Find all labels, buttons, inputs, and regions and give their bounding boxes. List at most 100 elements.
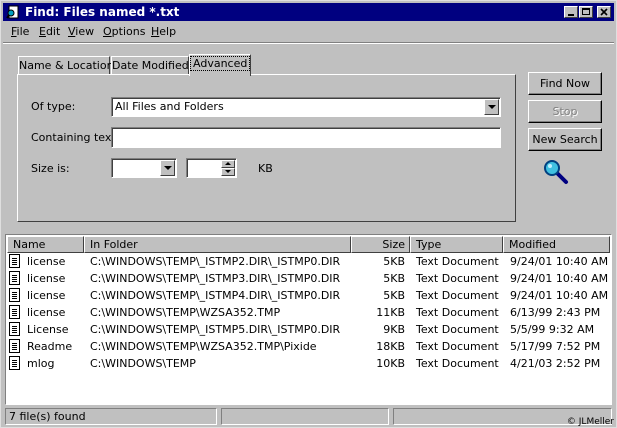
cell-size: 10KB (376, 357, 405, 370)
spin-up-icon[interactable] (221, 160, 235, 168)
cell-folder: C:\WINDOWS\TEMP\WZSA352.TMP (90, 306, 281, 319)
cell-modified: 5/5/99 9:32 AM (510, 323, 595, 336)
table-row[interactable]: Readme C:\WINDOWS\TEMP\WZSA352.TMP\Pixide… (6, 338, 611, 355)
column-header-name[interactable]: Name (7, 236, 84, 253)
cell-modified: 6/13/99 2:43 PM (510, 306, 601, 319)
text-document-icon (9, 339, 20, 353)
of-type-label: Of type: (31, 100, 76, 113)
tab-date-modified[interactable]: Date Modified (111, 56, 189, 75)
tab-advanced[interactable]: Advanced (189, 54, 251, 76)
text-document-icon (9, 288, 20, 302)
status-bar: 7 file(s) found © JLMeller (3, 408, 614, 427)
cell-modified: 4/21/03 2:52 PM (510, 357, 601, 370)
size-is-label: Size is: (31, 162, 70, 175)
tab-name-location-label: Name & Location (19, 59, 114, 72)
column-header-folder[interactable]: In Folder (84, 236, 351, 253)
cell-name: license (27, 272, 66, 285)
menu-help[interactable]: Help (151, 25, 176, 38)
cell-name: Readme (27, 340, 73, 353)
cell-modified: 9/24/01 10:40 AM (510, 289, 609, 302)
of-type-value: All Files and Folders (115, 100, 224, 113)
cell-type: Text Document (416, 255, 499, 268)
cell-modified: 9/24/01 10:40 AM (510, 255, 609, 268)
cell-folder: C:\WINDOWS\TEMP\_ISTMP4.DIR\_ISTMP0.DIR (90, 289, 341, 302)
new-search-label: New Search (532, 133, 598, 146)
new-search-button[interactable]: New Search (528, 128, 602, 151)
menu-edit-accel: E (39, 25, 46, 38)
cell-folder: C:\WINDOWS\TEMP\_ISTMP3.DIR\_ISTMP0.DIR (90, 272, 341, 285)
cell-size: 11KB (376, 306, 405, 319)
text-document-icon (9, 322, 20, 336)
table-row[interactable]: license C:\WINDOWS\TEMP\_ISTMP2.DIR\_ISTM… (6, 253, 611, 270)
stop-label: Stop (552, 105, 578, 118)
find-now-button[interactable]: Find Now (528, 72, 602, 95)
cell-type: Text Document (416, 272, 499, 285)
menu-options[interactable]: Options (103, 25, 145, 38)
tab-advanced-label: Advanced (190, 56, 251, 71)
cell-modified: 5/17/99 7:52 PM (510, 340, 601, 353)
cell-type: Text Document (416, 323, 499, 336)
table-row[interactable]: license C:\WINDOWS\TEMP\_ISTMP3.DIR\_ISTM… (6, 270, 611, 287)
tab-date-modified-label: Date Modified (112, 59, 189, 72)
size-unit-label: KB (258, 162, 273, 175)
results-list[interactable]: Name In Folder Size Type Modified licens… (5, 234, 612, 405)
column-header-type[interactable]: Type (410, 236, 503, 253)
table-row[interactable]: License C:\WINDOWS\TEMP\_ISTMP5.DIR\_ISTM… (6, 321, 611, 338)
cell-folder: C:\WINDOWS\TEMP (90, 357, 196, 370)
cell-name: mlog (27, 357, 55, 370)
maximize-icon[interactable] (579, 6, 593, 18)
containing-text-label: Containing text: (31, 131, 120, 144)
cell-name: License (27, 323, 69, 336)
status-pane-2 (221, 408, 389, 425)
close-icon[interactable] (597, 6, 611, 18)
text-document-icon (9, 271, 20, 285)
cell-modified: 9/24/01 10:40 AM (510, 272, 609, 285)
credit-text: © JLMeller (566, 417, 614, 427)
cell-name: license (27, 255, 66, 268)
spin-down-icon[interactable] (221, 168, 235, 176)
menu-help-label: elp (159, 25, 177, 38)
menu-options-accel: O (103, 25, 112, 38)
cell-name: license (27, 306, 66, 319)
title-bar[interactable]: Find: Files named *.txt (3, 3, 614, 21)
find-now-label: Find Now (540, 77, 590, 90)
column-header-modified[interactable]: Modified (503, 236, 610, 253)
stop-button[interactable]: Stop (528, 100, 602, 123)
text-document-icon (9, 305, 20, 319)
table-row[interactable]: mlog C:\WINDOWS\TEMP 10KB Text Document 4/21… (6, 355, 611, 372)
menu-view-label: iew (75, 25, 95, 38)
menu-edit[interactable]: Edit (39, 25, 60, 38)
magnifier-icon (544, 160, 568, 184)
of-type-select[interactable]: All Files and Folders (111, 97, 501, 117)
size-amount-spinner[interactable] (186, 158, 237, 178)
menu-file[interactable]: File (11, 25, 29, 38)
chevron-down-icon[interactable] (484, 99, 499, 115)
cell-type: Text Document (416, 340, 499, 353)
text-document-icon (9, 254, 20, 268)
cell-size: 9KB (383, 323, 405, 336)
menu-file-label: ile (16, 25, 30, 38)
menu-options-label: ptions (111, 25, 146, 38)
cell-type: Text Document (416, 289, 499, 302)
cell-type: Text Document (416, 306, 499, 319)
table-row[interactable]: license C:\WINDOWS\TEMP\_ISTMP4.DIR\_ISTM… (6, 287, 611, 304)
minimize-icon[interactable] (564, 6, 578, 18)
text-document-icon (9, 356, 20, 370)
cell-folder: C:\WINDOWS\TEMP\_ISTMP2.DIR\_ISTMP0.DIR (90, 255, 341, 268)
size-comparison-select[interactable] (111, 158, 177, 178)
cell-type: Text Document (416, 357, 499, 370)
status-found: 7 file(s) found (5, 408, 217, 425)
advanced-panel: Of type: All Files and Folders Containin… (17, 74, 516, 222)
containing-text-input[interactable] (111, 127, 501, 148)
find-window: Find: Files named *.txt File Edit View O… (0, 0, 617, 428)
find-file-icon (6, 5, 19, 19)
cell-name: license (27, 289, 66, 302)
cell-size: 5KB (383, 289, 405, 302)
menu-view[interactable]: View (68, 25, 94, 38)
cell-size: 18KB (376, 340, 405, 353)
table-row[interactable]: license C:\WINDOWS\TEMP\WZSA352.TMP 11KB Te… (6, 304, 611, 321)
tab-name-location[interactable]: Name & Location (18, 56, 114, 75)
column-header-size[interactable]: Size (351, 236, 410, 253)
cell-size: 5KB (383, 272, 405, 285)
chevron-down-icon[interactable] (160, 160, 175, 176)
